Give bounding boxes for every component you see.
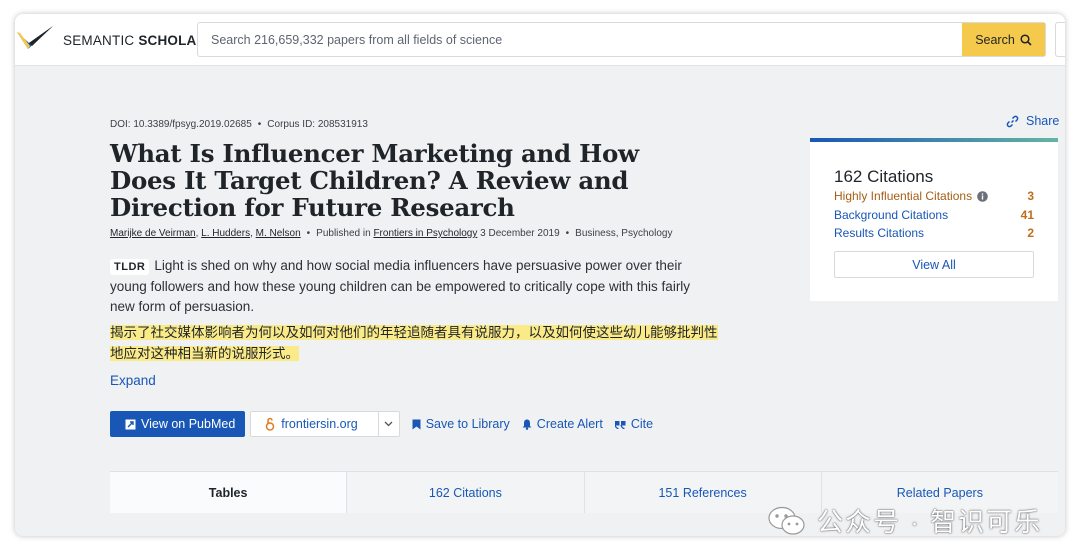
citation-row-label: Highly Influential Citations — [834, 189, 973, 203]
paper-actions: View on PubMed frontiersin.org Save to L… — [110, 411, 653, 437]
link-icon — [1006, 115, 1019, 127]
view-on-pubmed-button[interactable]: View on PubMed — [110, 411, 246, 437]
bell-icon — [522, 419, 532, 430]
frontiers-source-button[interactable]: frontiersin.org — [250, 411, 400, 437]
frontiers-label: frontiersin.org — [281, 417, 358, 431]
wechat-watermark: 公众号 · 智识可乐 — [767, 502, 1042, 536]
citation-row-count: 41 — [1020, 208, 1034, 222]
doi[interactable]: DOI: 10.3389/fpsyg.2019.02685 — [110, 119, 252, 130]
venue-link[interactable]: Frontiers in Psychology — [373, 228, 477, 239]
tldr-badge: TLDR — [110, 259, 150, 275]
citation-row-count: 3 — [1027, 189, 1034, 203]
external-link-icon — [125, 419, 136, 429]
browser-page: SEMANTIC SCHOLAR Search DOI: 10.3389/fps… — [15, 14, 1065, 536]
author-link[interactable]: L. Hudders — [201, 228, 250, 239]
watermark-text: 公众号 · 智识可乐 — [817, 507, 1043, 536]
cite-label: Cite — [630, 417, 654, 431]
citation-row-results[interactable]: Results Citations 2 — [834, 226, 1034, 240]
citation-row-highly-influential[interactable]: Highly Influential Citations 3 — [834, 189, 1034, 203]
wechat-icon — [768, 506, 805, 535]
translated-summary: 揭示了社交媒体影响者为何以及如何对他们的年轻追随者具有说服力，以及如何使这些幼儿… — [110, 322, 725, 364]
bookmark-icon — [412, 419, 421, 429]
share-label: Share — [1026, 114, 1060, 128]
create-alert-button[interactable]: Create Alert — [522, 417, 603, 431]
paper-identifiers: DOI: 10.3389/fpsyg.2019.02685 • Corpus ID:… — [110, 119, 368, 130]
citations-count-title: 162 Citations — [834, 167, 934, 186]
citations-card: 162 Citations Highly Influential Citatio… — [810, 138, 1058, 301]
search-button[interactable]: Search — [962, 23, 1045, 56]
quote-icon — [614, 420, 626, 429]
tldr-summary: TLDR Light is shed on why and how social … — [110, 256, 710, 318]
share-button[interactable]: Share — [1006, 114, 1059, 128]
citation-row-label: Results Citations — [834, 226, 925, 240]
brand-name-light: SEMANTIC — [63, 32, 135, 48]
view-all-citations-button[interactable]: View All — [834, 251, 1034, 278]
search-icon — [1020, 33, 1032, 46]
translated-summary-text: 揭示了社交媒体影响者为何以及如何对他们的年轻追随者具有说服力，以及如何使这些幼儿… — [110, 325, 718, 361]
citation-row-label: Background Citations — [834, 208, 949, 222]
chevron-down-icon[interactable] — [377, 412, 399, 436]
info-icon[interactable] — [977, 190, 988, 202]
brand-name: SEMANTIC SCHOLAR — [63, 33, 206, 48]
citation-row-background[interactable]: Background Citations 41 — [834, 208, 1034, 222]
semantic-scholar-logo[interactable]: SEMANTIC SCHOLAR — [15, 24, 206, 56]
fields-of-study: Business, Psychology — [575, 228, 673, 239]
top-navigation-bar: SEMANTIC SCHOLAR Search — [15, 14, 1065, 66]
open-access-icon — [266, 417, 275, 431]
alert-label: Create Alert — [536, 417, 603, 431]
search-input[interactable] — [198, 23, 962, 56]
published-prefix: Published in — [316, 228, 371, 239]
search-button-label: Search — [975, 32, 1015, 47]
search-bar: Search — [197, 22, 1046, 57]
paper-authors-line: Marijke de Veirman, L. Hudders, M. Nelso… — [110, 228, 673, 239]
author-link[interactable]: Marijke de Veirman — [110, 228, 196, 239]
publication-date: 3 December 2019 — [480, 228, 560, 239]
save-to-library-button[interactable]: Save to Library — [412, 417, 510, 431]
account-button[interactable] — [1055, 22, 1065, 57]
cite-button[interactable]: Cite — [614, 417, 654, 431]
tab-tables[interactable]: Tables — [110, 472, 348, 513]
citation-row-count: 2 — [1027, 226, 1034, 240]
save-label: Save to Library — [425, 417, 510, 431]
author-link[interactable]: M. Nelson — [256, 228, 301, 239]
corpus-id: Corpus ID: 208531913 — [267, 119, 368, 130]
paper-title: What Is Influencer Marketing and How Doe… — [110, 139, 639, 222]
tldr-text: Light is shed on why and how social medi… — [110, 258, 691, 314]
logo-icon — [17, 26, 53, 49]
tab-citations[interactable]: 162 Citations — [347, 472, 585, 513]
expand-link[interactable]: Expand — [110, 373, 156, 388]
pubmed-label: View on PubMed — [141, 417, 236, 431]
